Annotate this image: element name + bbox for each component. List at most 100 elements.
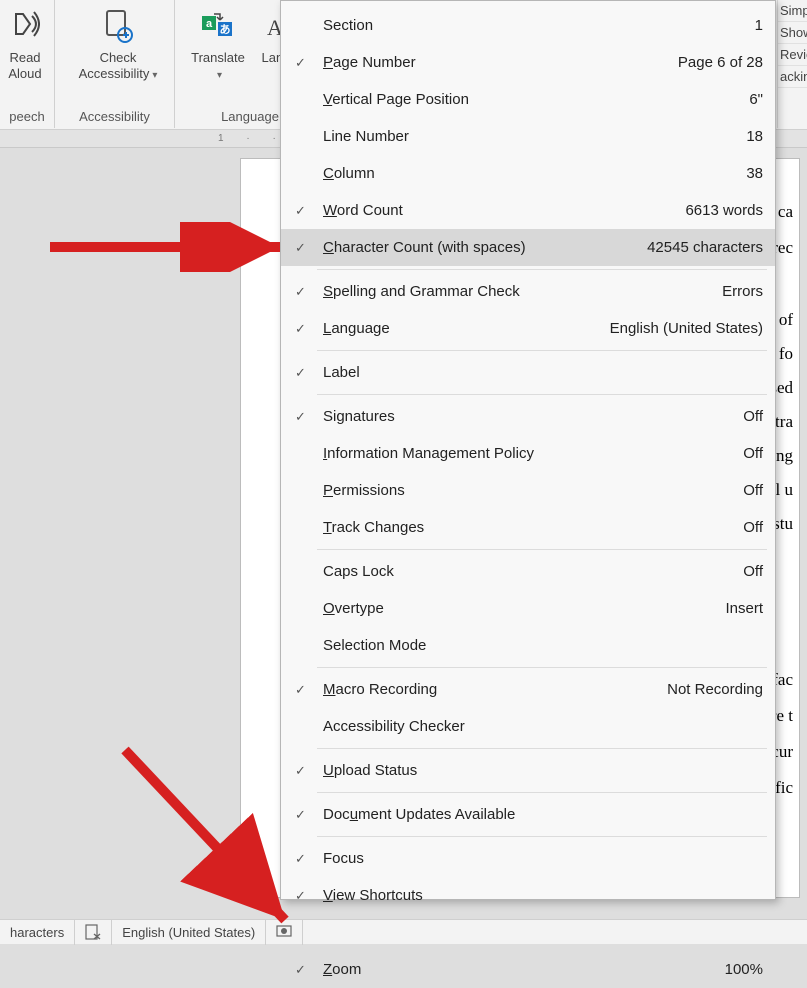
check-icon: ✓	[295, 877, 313, 914]
menu-item-label: Caps Lock	[323, 563, 394, 580]
menu-item-label: Upload Status	[323, 762, 417, 779]
menu-item-value: 6613 words	[685, 192, 763, 229]
menu-item-acccheck[interactable]: Accessibility Checker	[281, 708, 775, 745]
check-icon: ✓	[295, 44, 313, 81]
translate-icon: a あ	[183, 6, 253, 46]
svg-text:a: a	[206, 18, 213, 30]
status-proofing-icon[interactable]	[75, 920, 112, 945]
ribbon-group-label: peech	[0, 109, 54, 124]
menu-item-value: Page 6 of 28	[678, 44, 763, 81]
menu-separator	[317, 350, 767, 351]
menu-item-label: Word Count	[323, 202, 403, 219]
menu-item-value: Off	[743, 509, 763, 546]
menu-item-track[interactable]: Track Changes Off	[281, 509, 775, 546]
menu-item-label: Page Number	[323, 54, 416, 71]
menu-item-page_number[interactable]: ✓ Page Number Page 6 of 28	[281, 44, 775, 81]
menu-separator	[317, 748, 767, 749]
status-characters[interactable]: haracters	[0, 920, 75, 945]
menu-item-caps[interactable]: Caps Lock Off	[281, 553, 775, 590]
menu-item-label: View Shortcuts	[323, 887, 423, 904]
menu-item-overtype[interactable]: OvertypeInsert	[281, 590, 775, 627]
menu-item-label: Focus	[323, 850, 364, 867]
menu-item-updates[interactable]: ✓Document Updates Available	[281, 796, 775, 833]
check-icon: ✓	[295, 229, 313, 266]
menu-item-zoom[interactable]: ✓ Zoom 100%	[281, 951, 775, 988]
chevron-down-icon: ▾	[217, 68, 222, 84]
menu-item-permissions[interactable]: Permissions Off	[281, 472, 775, 509]
menu-separator	[317, 836, 767, 837]
ribbon-group-label: Accessibility	[55, 109, 174, 124]
menu-item-label: Label	[323, 364, 360, 381]
check-accessibility-button[interactable]: CheckAccessibility▾	[75, 6, 161, 84]
menu-item-value: Off	[743, 472, 763, 509]
menu-item-vpos[interactable]: Vertical Page Position 6"	[281, 81, 775, 118]
ribbon-group-accessibility: CheckAccessibility▾ Accessibility	[55, 0, 175, 128]
status-language[interactable]: English (United States)	[112, 920, 266, 945]
check-icon: ✓	[295, 671, 313, 708]
menu-item-upload[interactable]: ✓ Upload Status	[281, 752, 775, 789]
menu-item-value: 1	[755, 7, 763, 44]
menu-item-line_number[interactable]: Line Number18	[281, 118, 775, 155]
menu-item-shortcuts[interactable]: ✓ View Shortcuts	[281, 877, 775, 914]
menu-separator	[317, 792, 767, 793]
menu-item-value: Off	[743, 435, 763, 472]
menu-item-label: Vertical Page Position	[323, 91, 469, 108]
menu-item-value: 100%	[725, 951, 763, 988]
status-macro-icon[interactable]	[266, 920, 303, 945]
menu-item-spell[interactable]: ✓ Spelling and Grammar Check Errors	[281, 273, 775, 310]
macro-recording-icon	[276, 924, 292, 940]
menu-item-label: Selection Mode	[323, 637, 426, 654]
menu-item-value: Errors	[722, 273, 763, 310]
menu-item-word_count[interactable]: ✓ Word Count 6613 words	[281, 192, 775, 229]
check-icon: ✓	[295, 192, 313, 229]
chevron-down-icon: ▾	[152, 68, 157, 84]
check-icon: ✓	[295, 752, 313, 789]
check-icon: ✓	[295, 796, 313, 833]
check-icon: ✓	[295, 398, 313, 435]
read-aloud-icon	[0, 6, 60, 46]
menu-item-label: Section	[323, 17, 373, 34]
check-icon: ✓	[295, 273, 313, 310]
translate-button[interactable]: a あ Translate▾	[183, 6, 253, 84]
menu-item-section[interactable]: Section 1	[281, 7, 775, 44]
menu-item-selmode[interactable]: Selection Mode	[281, 627, 775, 664]
menu-item-value: Not Recording	[667, 671, 763, 708]
menu-item-value: Off	[743, 398, 763, 435]
menu-item-label: Language	[323, 320, 390, 337]
menu-separator	[317, 269, 767, 270]
ribbon-group-speech: ReadAloud peech	[0, 0, 55, 128]
menu-item-label: Information Management Policy	[323, 445, 534, 462]
menu-item-label: Track Changes	[323, 519, 424, 536]
menu-item-label: Permissions	[323, 482, 405, 499]
menu-item-char_count[interactable]: ✓Character Count (with spaces)42545 char…	[281, 229, 775, 266]
menu-item-label[interactable]: ✓Label	[281, 354, 775, 391]
menu-item-macro[interactable]: ✓ Macro Recording Not Recording	[281, 671, 775, 708]
menu-item-label: Column	[323, 165, 375, 182]
check-icon: ✓	[295, 310, 313, 347]
menu-item-label: Signatures	[323, 408, 395, 425]
menu-item-label: Zoom	[323, 961, 361, 978]
menu-item-focus[interactable]: ✓ Focus	[281, 840, 775, 877]
read-aloud-button[interactable]: ReadAloud	[0, 6, 60, 82]
menu-item-label: Accessibility Checker	[323, 718, 465, 735]
status-bar[interactable]: haracters English (United States)	[0, 919, 807, 944]
menu-item-signatures[interactable]: ✓ Signatures Off	[281, 398, 775, 435]
menu-item-imp[interactable]: Information Management Policy Off	[281, 435, 775, 472]
document-text-fragment: stu	[773, 507, 793, 541]
menu-separator	[317, 394, 767, 395]
menu-item-label: Spelling and Grammar Check	[323, 283, 520, 300]
menu-item-label: Overtype	[323, 600, 384, 617]
menu-item-language[interactable]: ✓LanguageEnglish (United States)	[281, 310, 775, 347]
proofing-errors-icon	[85, 924, 101, 940]
check-icon: ✓	[295, 840, 313, 877]
menu-item-value: 38	[746, 155, 763, 192]
menu-item-column[interactable]: Column 38	[281, 155, 775, 192]
menu-separator	[317, 667, 767, 668]
svg-text:あ: あ	[220, 23, 231, 36]
menu-item-value: 6"	[749, 81, 763, 118]
menu-item-value: Off	[743, 553, 763, 590]
menu-item-value: 42545 characters	[647, 229, 763, 266]
check-icon: ✓	[295, 951, 313, 988]
menu-item-label: Macro Recording	[323, 681, 437, 698]
menu-item-label: Line Number	[323, 128, 409, 145]
